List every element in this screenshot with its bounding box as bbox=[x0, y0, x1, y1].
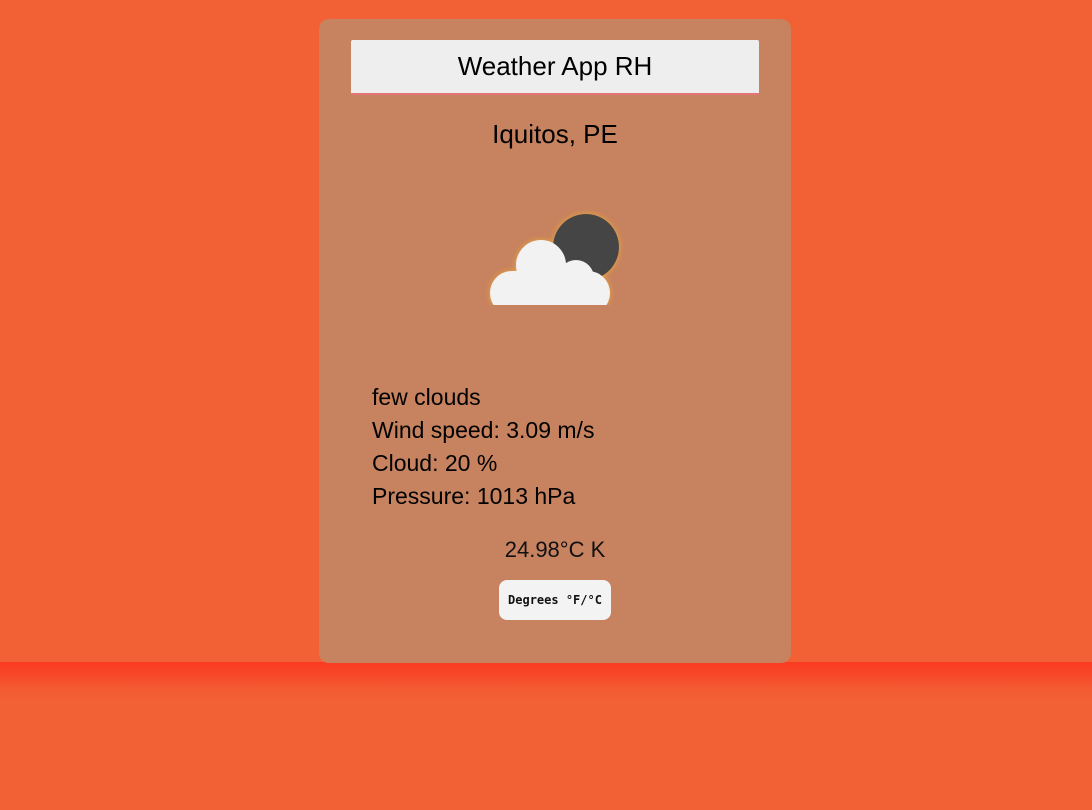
temperature: 24.98°C K bbox=[504, 537, 606, 562]
pressure: Pressure: 1013 hPa bbox=[372, 483, 576, 509]
city-name: Iquitos, PE bbox=[492, 119, 618, 149]
page-footer-band bbox=[0, 662, 1092, 810]
cloud-coverage: Cloud: 20 % bbox=[372, 450, 498, 476]
few-clouds-night-icon bbox=[490, 214, 619, 305]
app-header: Weather App RH bbox=[351, 40, 759, 95]
wind-speed: Wind speed: 3.09 m/s bbox=[372, 417, 595, 443]
weather-card: Weather App RH Iquitos, PE few clouds Wi… bbox=[319, 19, 791, 663]
weather-details: few clouds Wind speed: 3.09 m/s Cloud: 2… bbox=[372, 381, 594, 513]
weather-description: few clouds bbox=[372, 384, 481, 410]
app-title: Weather App RH bbox=[457, 51, 653, 81]
unit-toggle-button[interactable]: Degrees °F/°C bbox=[499, 580, 611, 620]
